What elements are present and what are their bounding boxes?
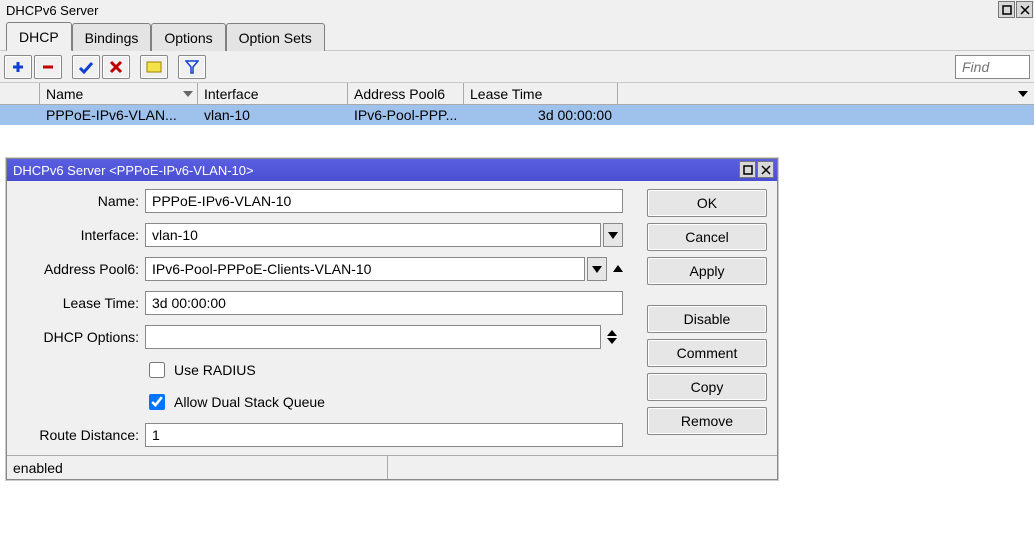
enable-button[interactable] (72, 55, 100, 79)
allow-dual-label: Allow Dual Stack Queue (174, 394, 325, 410)
filter-button[interactable] (178, 55, 206, 79)
find-input[interactable] (955, 55, 1030, 79)
col-extra[interactable] (618, 83, 1034, 104)
cell-name: PPPoE-IPv6-VLAN... (40, 105, 198, 125)
options-spinner[interactable] (607, 330, 617, 344)
status-bar: enabled (7, 455, 777, 479)
close-icon[interactable] (1016, 1, 1033, 18)
window-titlebar: DHCPv6 Server (0, 0, 1034, 21)
dialog-maximize-icon[interactable] (739, 161, 756, 178)
col-name[interactable]: Name (40, 83, 198, 104)
window-title: DHCPv6 Server (6, 3, 98, 18)
options-input[interactable] (145, 325, 601, 349)
copy-button[interactable]: Copy (647, 373, 767, 401)
pool-dropdown-icon[interactable] (587, 257, 607, 281)
comment-button[interactable] (140, 55, 168, 79)
disable-button[interactable] (102, 55, 130, 79)
col-checkbox[interactable] (0, 83, 40, 104)
grid-header: Name Interface Address Pool6 Lease Time (0, 83, 1034, 105)
interface-dropdown-icon[interactable] (603, 223, 623, 247)
use-radius-label: Use RADIUS (174, 362, 256, 378)
tab-options[interactable]: Options (151, 23, 225, 51)
status-text: enabled (13, 460, 63, 476)
label-name: Name: (13, 193, 145, 209)
label-pool: Address Pool6: (13, 261, 145, 277)
tab-option-sets[interactable]: Option Sets (226, 23, 325, 51)
cell-pool: IPv6-Pool-PPP... (348, 105, 464, 125)
grid: Name Interface Address Pool6 Lease Time … (0, 83, 1034, 125)
dialog-title: DHCPv6 Server <PPPoE-IPv6-VLAN-10> (13, 163, 254, 178)
name-input[interactable] (145, 189, 623, 213)
use-radius-checkbox[interactable] (149, 362, 165, 378)
label-options: DHCP Options: (13, 329, 145, 345)
apply-button[interactable]: Apply (647, 257, 767, 285)
label-interface: Interface: (13, 227, 145, 243)
label-route-dist: Route Distance: (13, 427, 145, 443)
maximize-icon[interactable] (998, 1, 1015, 18)
tab-dhcp[interactable]: DHCP (6, 22, 72, 51)
label-lease: Lease Time: (13, 295, 145, 311)
col-lease[interactable]: Lease Time (464, 83, 618, 104)
pool-collapse-icon[interactable] (613, 265, 623, 274)
add-button[interactable] (4, 55, 32, 79)
lease-input[interactable] (145, 291, 623, 315)
pool-input[interactable] (145, 257, 585, 281)
cancel-button[interactable]: Cancel (647, 223, 767, 251)
toolbar (0, 51, 1034, 83)
table-row[interactable]: PPPoE-IPv6-VLAN... vlan-10 IPv6-Pool-PPP… (0, 105, 1034, 125)
remove-button[interactable]: Remove (647, 407, 767, 435)
comment-button[interactable]: Comment (647, 339, 767, 367)
tab-bar: DHCP Bindings Options Option Sets (0, 21, 1034, 51)
remove-button[interactable] (34, 55, 62, 79)
disable-button[interactable]: Disable (647, 305, 767, 333)
tab-bindings[interactable]: Bindings (72, 23, 152, 51)
allow-dual-checkbox[interactable] (149, 394, 165, 410)
edit-dialog: DHCPv6 Server <PPPoE-IPv6-VLAN-10> Name:… (6, 158, 778, 480)
ok-button[interactable]: OK (647, 189, 767, 217)
cell-interface: vlan-10 (198, 105, 348, 125)
route-distance-input[interactable] (145, 423, 623, 447)
col-pool[interactable]: Address Pool6 (348, 83, 464, 104)
dialog-titlebar: DHCPv6 Server <PPPoE-IPv6-VLAN-10> (7, 159, 777, 181)
cell-lease: 3d 00:00:00 (464, 105, 618, 125)
interface-input[interactable] (145, 223, 601, 247)
col-interface[interactable]: Interface (198, 83, 348, 104)
dialog-close-icon[interactable] (757, 161, 774, 178)
